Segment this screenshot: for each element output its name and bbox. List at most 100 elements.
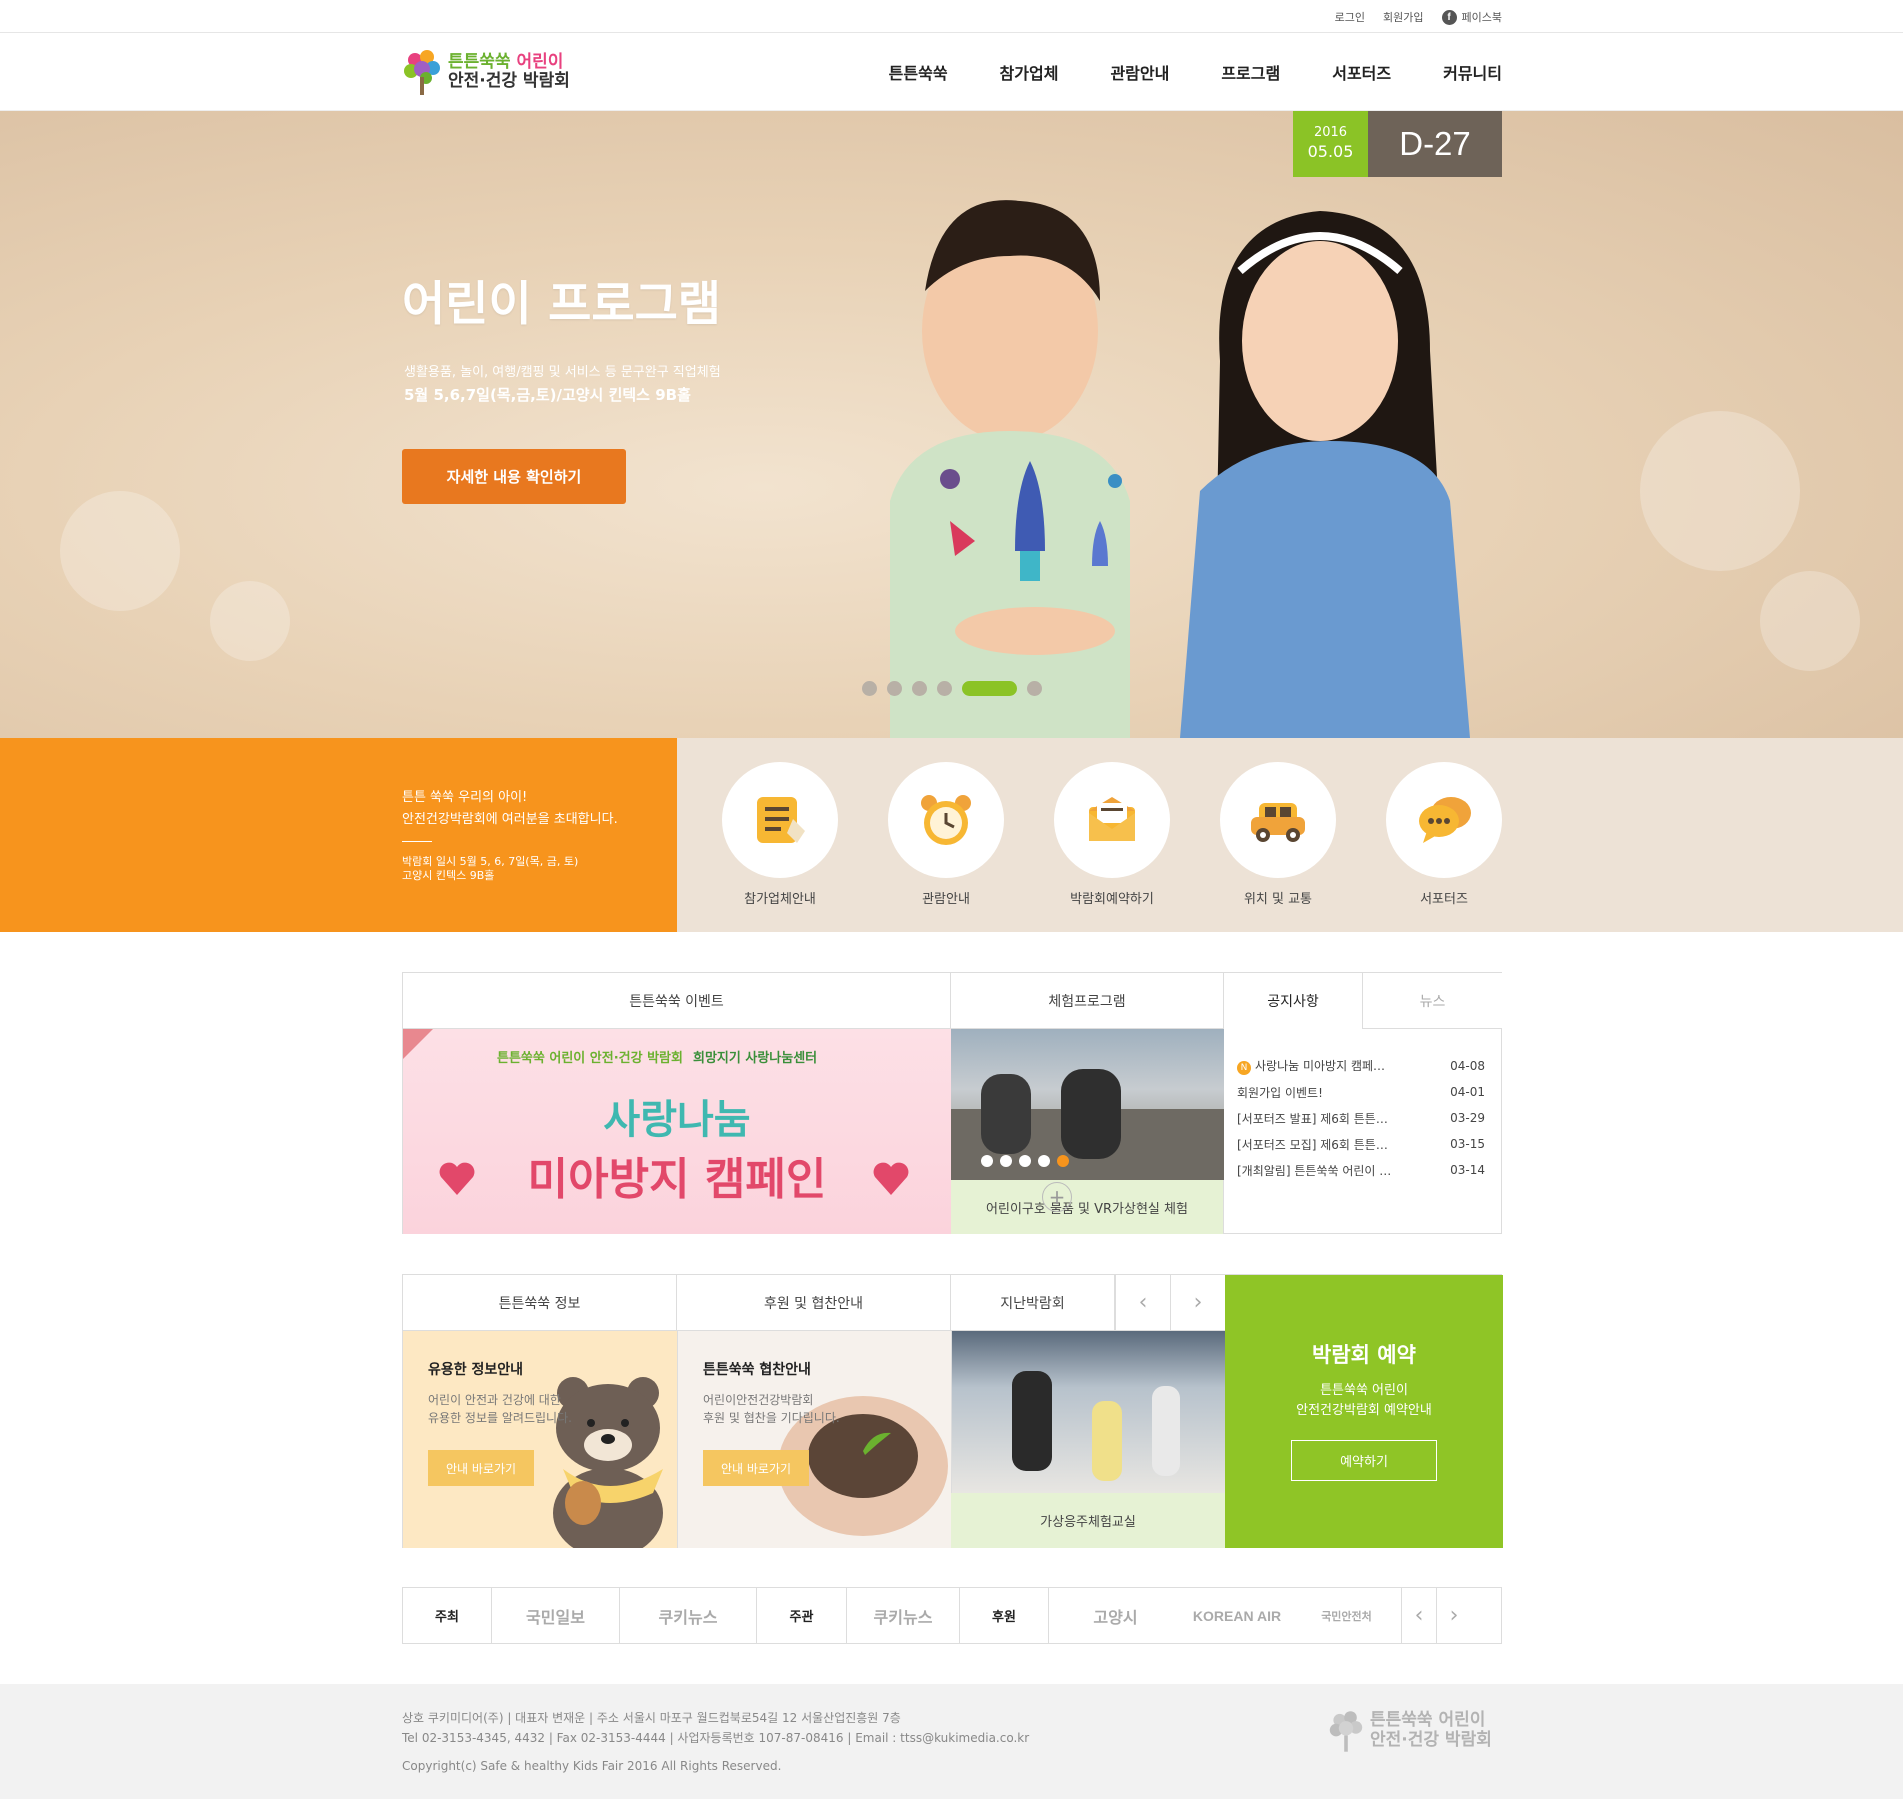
footer-logo-text: 튼튼쑥쑥 어린이 (1370, 1710, 1486, 1731)
fair-date: 박람회 일시 5월 5, 6, 7일(목, 금, 토) (402, 855, 579, 868)
tab-event[interactable]: 튼튼쑥쑥 이벤트 (403, 973, 951, 1029)
nav-item-program[interactable]: 프로그램 (1221, 60, 1280, 84)
card-text: 어린이안전건강박람회 (703, 1393, 814, 1407)
tab-sponsorship[interactable]: 후원 및 협찬안내 (677, 1275, 951, 1331)
nav-item-tuntun[interactable]: 튼튼쑥쑥 (889, 60, 948, 84)
dday-year: 2016 (1313, 125, 1348, 141)
sponsor-guide-button[interactable]: 안내 바로가기 (703, 1450, 809, 1486)
experience-photo[interactable] (951, 1029, 1224, 1180)
event-header: 튼튼쑥쑥 어린이 안전·건강 박람회 (497, 1051, 683, 1066)
notice-date: 04-01 (1450, 1085, 1485, 1099)
prev-arrow-icon[interactable]: ‹ (1115, 1275, 1170, 1331)
photo-person (981, 1074, 1031, 1154)
join-link[interactable]: 회원가입 (1383, 9, 1423, 25)
notice-row[interactable]: N 사랑나눔 미아방지 캠페… 04-08 (1237, 1053, 1485, 1079)
notice-title: [서포터즈 발표] 제6회 튼튼… (1237, 1111, 1388, 1126)
sponsor-prev-icon[interactable]: ‹ (1402, 1588, 1437, 1643)
info-guide-button[interactable]: 안내 바로가기 (428, 1450, 534, 1486)
notice-title: 회원가입 이벤트! (1237, 1085, 1323, 1100)
kuki-news-logo[interactable]: 쿠키뉴스 (847, 1588, 960, 1643)
invitation-line-2: 안전건강박람회에 여러분을 초대합니다. (402, 812, 618, 827)
quick-supporters[interactable]: 서포터즈 (1386, 762, 1502, 907)
kuki-news-logo[interactable]: 쿠키뉴스 (620, 1588, 757, 1643)
tab-news[interactable]: 뉴스 (1363, 973, 1502, 1029)
facebook-label: 페이스북 (1461, 11, 1502, 24)
facebook-link[interactable]: f 페이스북 (1441, 9, 1502, 25)
nav-item-exhibitors[interactable]: 참가업체 (1000, 60, 1059, 84)
event-banner[interactable]: 튼튼쑥쑥 어린이 안전·건강 박람회 희망지기 사랑나눔센터 사랑나눔 미아방지… (403, 1029, 951, 1234)
nav-item-visit-guide[interactable]: 관람안내 (1110, 60, 1169, 84)
quick-circle (1220, 762, 1336, 878)
tab-notice[interactable]: 공지사항 (1224, 973, 1363, 1029)
login-link[interactable]: 로그인 (1335, 9, 1365, 25)
sponsor-card: 튼튼쑥쑥 협찬안내 어린이안전건강박람회 후원 및 협찬을 기다립니다. 안내 바… (677, 1331, 951, 1548)
event-title-1: 사랑나눔 (603, 1097, 751, 1143)
footer-company: 상호 쿠키미디어(주) | 대표자 변재운 | 주소 서울시 마포구 월드컵북로… (402, 1711, 901, 1725)
slider-pagination (862, 681, 1042, 696)
hero-detail-button[interactable]: 자세한 내용 확인하기 (402, 449, 626, 504)
slider-dot[interactable] (1027, 681, 1042, 696)
new-badge: N (1237, 1061, 1251, 1075)
slider-dot[interactable] (962, 681, 1017, 696)
logo-text-1b: 어린이 (516, 52, 564, 73)
past-fair-photo[interactable] (951, 1331, 1225, 1493)
sponsor-next-icon[interactable]: › (1437, 1588, 1471, 1643)
slider-dot[interactable] (912, 681, 927, 696)
divider (402, 841, 432, 842)
kukmin-ilbo-logo[interactable]: 국민일보 (492, 1588, 620, 1643)
next-arrow-icon[interactable]: › (1170, 1275, 1225, 1331)
photo-dot[interactable] (1019, 1155, 1031, 1167)
reserve-button[interactable]: 예약하기 (1291, 1440, 1437, 1481)
footer-logo: 튼튼쑥쑥 어린이 안전·건강 박람회 (1328, 1708, 1492, 1754)
hero-banner: 어린이 프로그램 생활용품, 놀이, 여행/캠핑 및 서비스 등 문구완구 직업… (0, 111, 1903, 738)
site-logo[interactable]: 튼튼쑥쑥 어린이 안전·건강 박람회 (402, 46, 582, 98)
bokeh-decoration (210, 581, 290, 661)
sponsor-label-host: 주최 (403, 1588, 492, 1643)
photo-dot[interactable] (981, 1155, 993, 1167)
hero-title: 어린이 프로그램 (402, 277, 722, 332)
photo-pagination (981, 1155, 1069, 1167)
photo-dot[interactable] (1000, 1155, 1012, 1167)
quick-exhibitor-guide[interactable]: 참가업체안내 (722, 762, 838, 907)
tab-past-fairs[interactable]: 지난박람회 (951, 1275, 1115, 1331)
photo-dot[interactable] (1038, 1155, 1050, 1167)
invitation-panel: 튼튼 쑥쑥 우리의 아이! 안전건강박람회에 여러분을 초대합니다. 박람회 일… (0, 738, 677, 932)
info-card: 유용한 정보안내 어린이 안전과 건강에 대한 유용한 정보를 알려드립니다. 안… (403, 1331, 677, 1548)
tab-experience[interactable]: 체험프로그램 (951, 973, 1224, 1029)
footer-logo-text: 안전·건강 박람회 (1370, 1730, 1492, 1750)
quick-location[interactable]: 위치 및 교통 (1220, 762, 1336, 907)
quick-reservation[interactable]: 박람회예약하기 (1054, 762, 1170, 907)
reservation-text: 튼튼쑥쑥 어린이 (1320, 1383, 1408, 1398)
hero-date-venue: 5월 5,6,7일(목,금,토)/고양시 킨텍스 9B홀 (404, 386, 691, 404)
notice-row[interactable]: [서포터즈 모집] 제6회 튼튼… 03-15 (1237, 1131, 1485, 1157)
notice-row[interactable]: [개최알림] 튼튼쑥쑥 어린이 … 03-14 (1237, 1157, 1485, 1183)
bokeh-decoration (60, 491, 180, 611)
nav-item-supporters[interactable]: 서포터즈 (1332, 60, 1391, 84)
nav-item-community[interactable]: 커뮤니티 (1443, 60, 1502, 84)
quick-visit-guide[interactable]: 관람안내 (888, 762, 1004, 907)
safety-ministry-logo[interactable]: 국민안전처 (1292, 1588, 1402, 1643)
quick-label: 참가업체안내 (744, 892, 816, 907)
korean-air-logo[interactable]: KOREAN AIR (1182, 1588, 1292, 1643)
slider-dot[interactable] (862, 681, 877, 696)
photo-dot[interactable] (1057, 1155, 1069, 1167)
utility-links: 로그인 회원가입 f 페이스북 (1335, 9, 1502, 25)
dday-counter: D-27 (1368, 111, 1502, 177)
card-text: 어린이 안전과 건강에 대한 (428, 1393, 561, 1407)
tab-info[interactable]: 튼튼쑥쑥 정보 (403, 1275, 677, 1331)
goyang-city-logo[interactable]: 고양시 (1049, 1588, 1182, 1643)
event-title-2: 미아방지 캠페인 (527, 1154, 827, 1205)
photo-person (1092, 1401, 1122, 1481)
board-section: 튼튼쑥쑥 이벤트 체험프로그램 공지사항 뉴스 튼튼쑥쑥 어린이 안전·건강 박… (402, 972, 1502, 1234)
slider-dot[interactable] (887, 681, 902, 696)
corner-ribbon (403, 1029, 433, 1059)
car-icon (1251, 803, 1305, 842)
notice-title: [개최알림] 튼튼쑥쑥 어린이 … (1237, 1163, 1392, 1178)
bokeh-decoration (1640, 411, 1800, 571)
notice-row[interactable]: [서포터즈 발표] 제6회 튼튼… 03-29 (1237, 1105, 1485, 1131)
more-plus-icon[interactable]: + (1042, 1182, 1072, 1212)
alarm-clock-icon (921, 795, 971, 845)
notice-row[interactable]: 회원가입 이벤트! 04-01 (1237, 1079, 1485, 1105)
quick-circle (1054, 762, 1170, 878)
slider-dot[interactable] (937, 681, 952, 696)
